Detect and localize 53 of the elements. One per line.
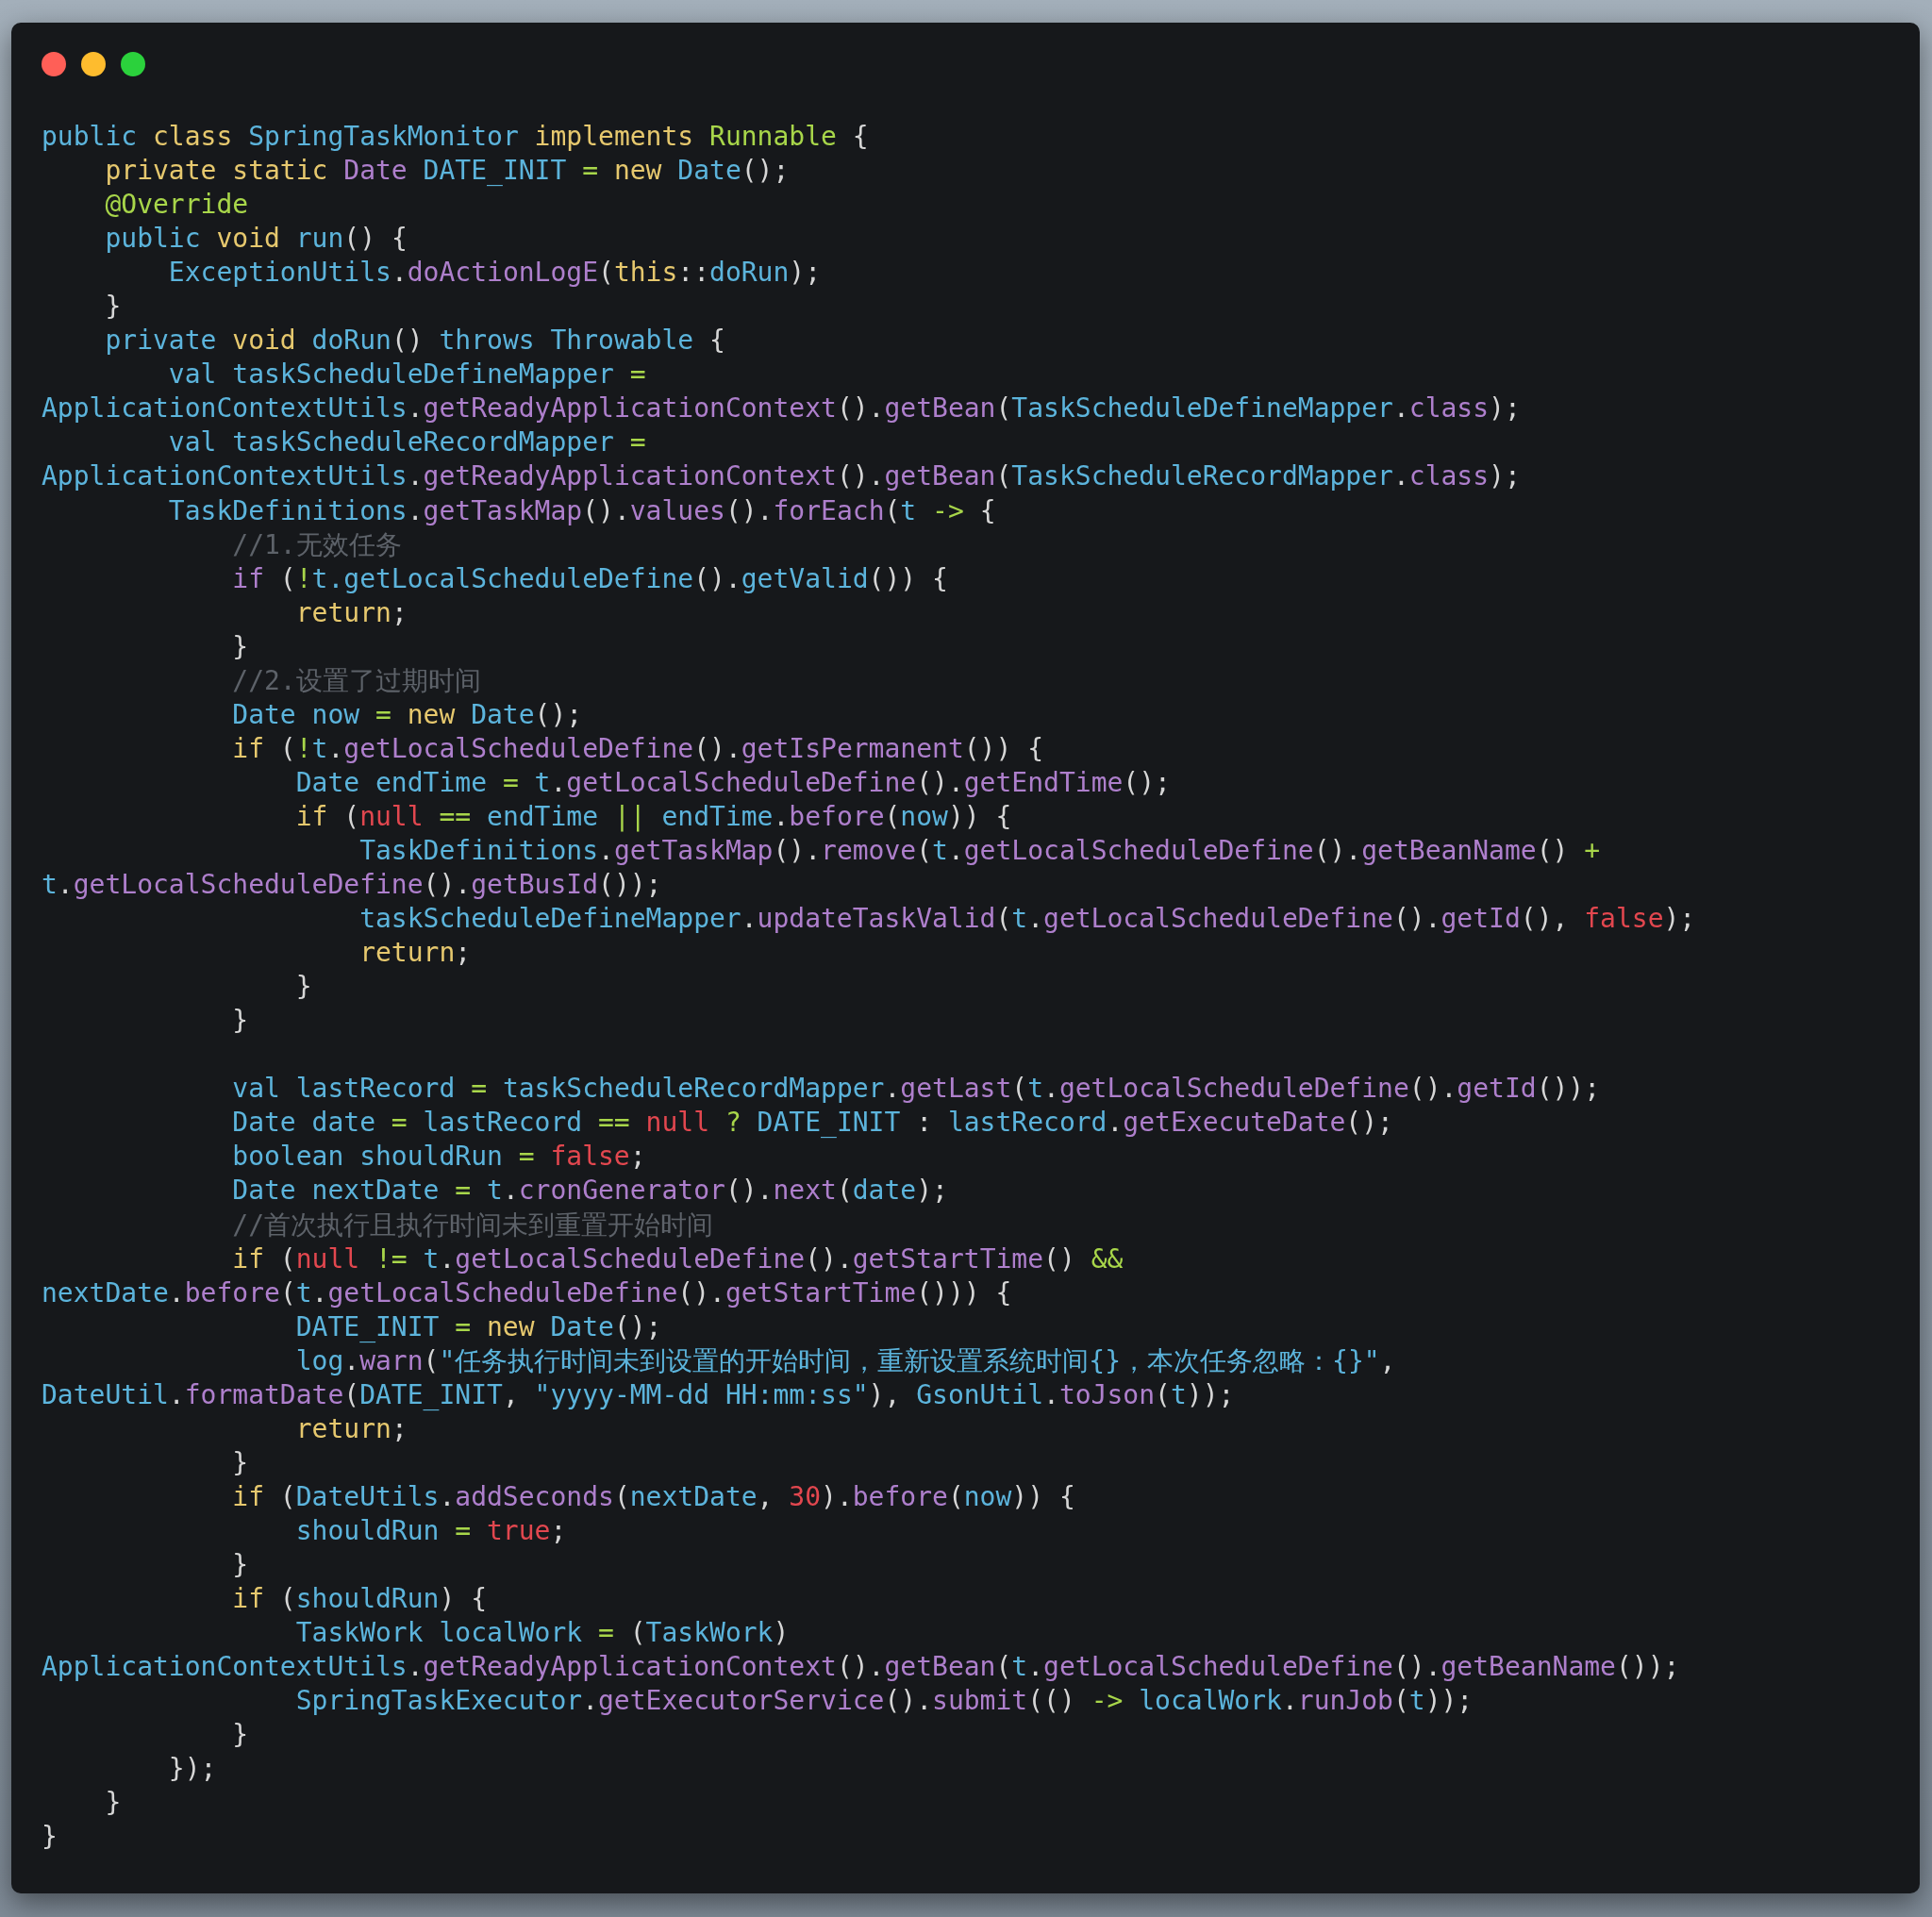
- code-line: taskScheduleDefineMapper.updateTaskValid(t.getLocalScheduleDefine().getId(), false);: [359, 902, 1696, 937]
- code-line: if (null == endTime || endTime.before(now)) {: [295, 799, 1012, 834]
- code-line: }: [105, 1786, 122, 1821]
- code-line: val taskScheduleRecordMapper =: [168, 425, 646, 460]
- minimize-dot-icon: [81, 52, 106, 76]
- code-line: Date endTime = t.getLocalScheduleDefine().getEndTime();: [295, 765, 1171, 800]
- code-comment: //1.无效任务: [232, 527, 402, 562]
- code-line: }: [295, 970, 312, 1005]
- code-line: }: [232, 629, 249, 664]
- code-line: @Override: [105, 188, 249, 223]
- code-line: TaskDefinitions.getTaskMap().values().forEach(t -> {: [168, 493, 996, 528]
- code-line: TaskWork localWork = (TaskWork): [295, 1616, 790, 1651]
- code-line: if (null != t.getLocalScheduleDefine().getStartTime() &&: [232, 1242, 1124, 1276]
- code-line: log.warn("任务执行时间未到设置的开始时间，重新设置系统时间{}，本次任务忽略：{}",: [295, 1343, 1396, 1378]
- code-line: }: [232, 1547, 249, 1582]
- code-line: ApplicationContextUtils.getReadyApplicationContext().getBean(t.getLocalScheduleDefine().getBeanName());: [42, 1650, 1680, 1685]
- code-line: TaskDefinitions.getTaskMap().remove(t.getLocalScheduleDefine().getBeanName() +: [359, 834, 1601, 868]
- code-line: ApplicationContextUtils.getReadyApplicationContext().getBean(TaskScheduleDefineMapper.class);: [42, 392, 1521, 426]
- code-line: Date nextDate = t.cronGenerator().next(date);: [232, 1174, 948, 1209]
- code-line: return;: [359, 936, 472, 971]
- code-line: SpringTaskExecutor.getExecutorService().submit(() -> localWork.runJob(t));: [295, 1684, 1474, 1719]
- code-line: private void doRun() throws Throwable {: [105, 324, 725, 358]
- code-line: DateUtil.formatDate(DATE_INIT, "yyyy-MM-dd HH:mm:ss"), GsonUtil.toJson(t));: [42, 1377, 1235, 1412]
- code-line: public class SpringTaskMonitor implements Runnable {: [42, 120, 869, 154]
- code-line: private static Date DATE_INIT = new Date();: [105, 154, 790, 189]
- code-line: }: [232, 1718, 249, 1753]
- code-line: if (DateUtils.addSeconds(nextDate, 30).before(now)) {: [232, 1479, 1075, 1514]
- code-line: }: [105, 290, 122, 325]
- code-line: DATE_INIT = new Date();: [295, 1309, 662, 1344]
- code-line: if (!t.getLocalScheduleDefine().getValid()) {: [232, 561, 948, 596]
- code-line: Date now = new Date();: [232, 697, 583, 732]
- code-comment: //2.设置了过期时间: [232, 663, 481, 698]
- code-line: return;: [295, 1411, 408, 1446]
- close-dot-icon: [42, 52, 66, 76]
- code-line: val lastRecord = taskScheduleRecordMapper.getLast(t.getLocalScheduleDefine().getId());: [232, 1072, 1601, 1107]
- code-line: nextDate.before(t.getLocalScheduleDefine().getStartTime())) {: [42, 1275, 1012, 1310]
- code-line: val taskScheduleDefineMapper =: [168, 358, 646, 392]
- code-line: public void run() {: [105, 222, 408, 257]
- code-line: ExceptionUtils.doActionLogE(this::doRun);: [168, 256, 822, 291]
- code-line: shouldRun = true;: [295, 1513, 567, 1548]
- code-line: Date date = lastRecord == null ? DATE_INIT : lastRecord.getExecuteDate();: [232, 1106, 1393, 1141]
- code-line: }: [232, 1445, 249, 1480]
- code-comment: //首次执行且执行时间未到重置开始时间: [232, 1208, 713, 1242]
- code-line: if (shouldRun) {: [232, 1582, 487, 1616]
- zoom-dot-icon: [121, 52, 145, 76]
- code-line: boolean shouldRun = false;: [232, 1140, 646, 1175]
- code-line: }: [42, 1820, 58, 1855]
- code-line: }: [232, 1004, 249, 1039]
- code-line: if (!t.getLocalScheduleDefine().getIsPermanent()) {: [232, 731, 1044, 766]
- code-line: });: [168, 1752, 217, 1787]
- code-line: t.getLocalScheduleDefine().getBusId());: [42, 868, 662, 903]
- code-line: return;: [295, 595, 408, 630]
- code-line: ApplicationContextUtils.getReadyApplicationContext().getBean(TaskScheduleRecordMapper.class);: [42, 459, 1521, 494]
